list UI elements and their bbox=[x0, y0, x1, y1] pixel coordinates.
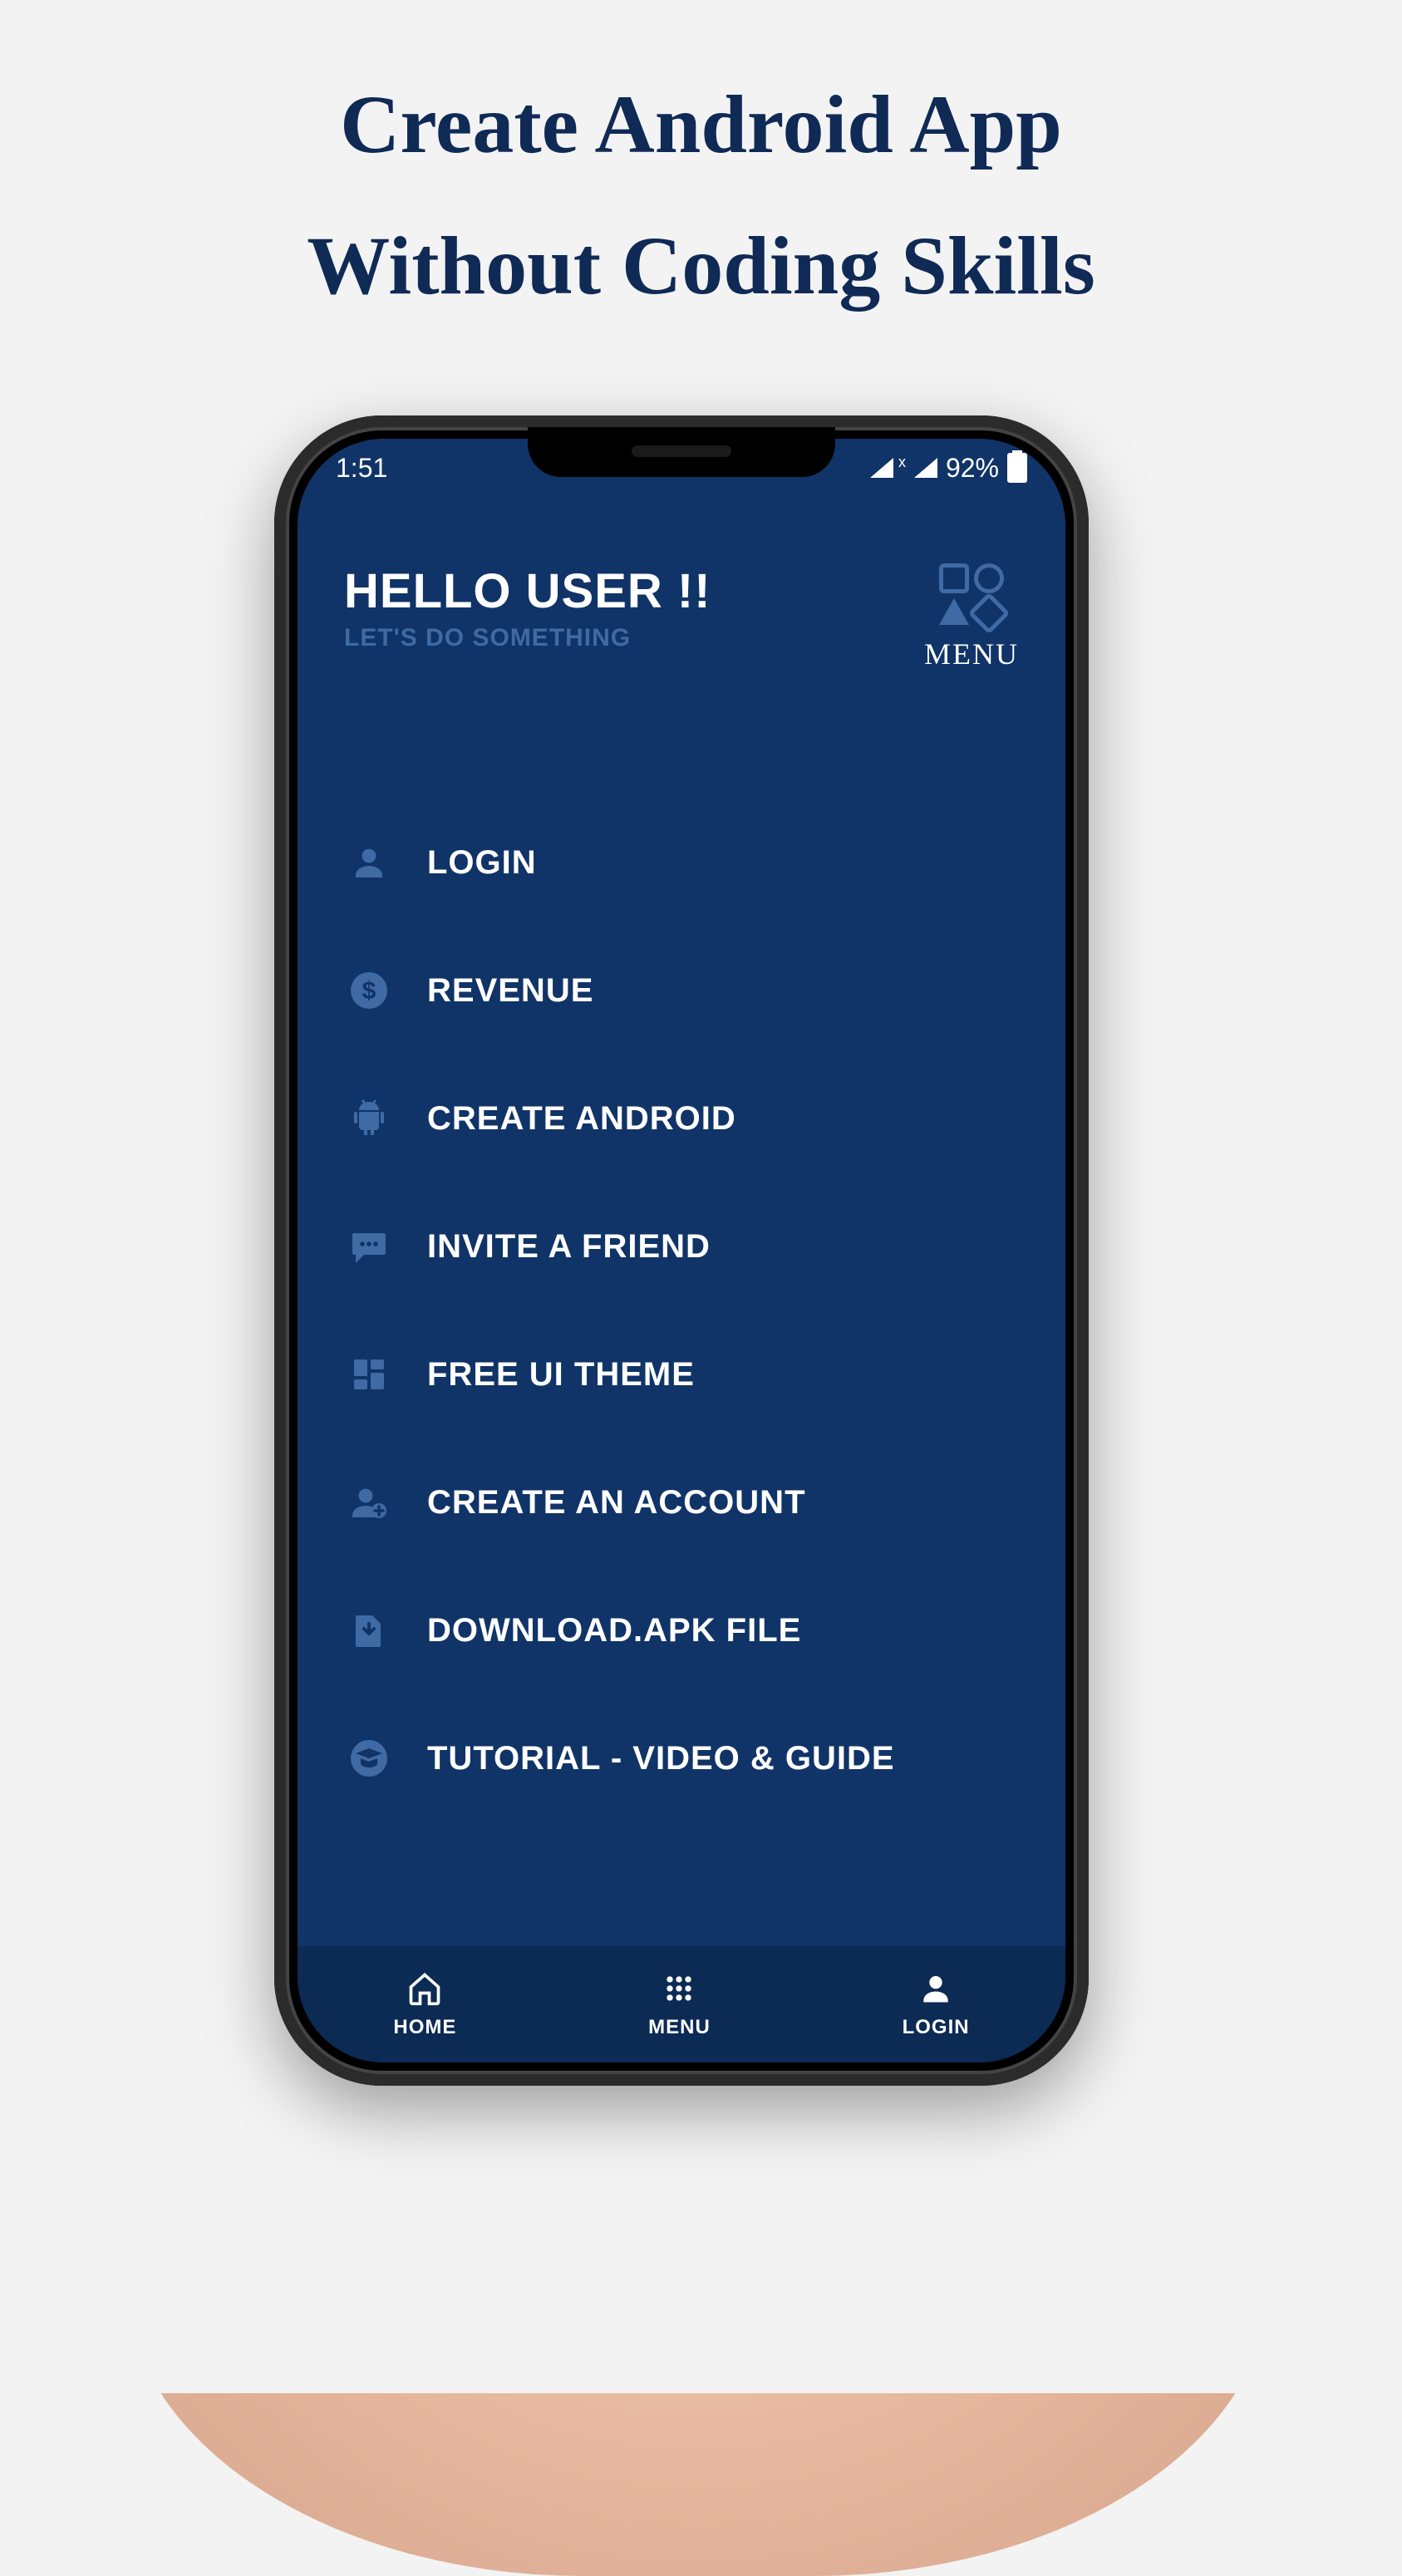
app-header: HELLO USER !! LET'S DO SOMETHING MENU bbox=[298, 563, 1065, 671]
bottom-nav: HOME MENU LOGIN bbox=[298, 1946, 1065, 2062]
status-time: 1:51 bbox=[336, 453, 387, 484]
battery-percent: 92% bbox=[946, 453, 999, 484]
nav-label: HOME bbox=[393, 2016, 456, 2039]
headline-line-2: Without Coding Skills bbox=[0, 220, 1402, 312]
signal-icon bbox=[870, 458, 893, 478]
dots-icon bbox=[661, 1970, 697, 2011]
battery-icon bbox=[1007, 453, 1027, 483]
nav-home[interactable]: HOME bbox=[393, 1970, 456, 2039]
menu-item-label: LOGIN bbox=[427, 844, 537, 882]
menu-item-revenue[interactable]: $ REVENUE bbox=[344, 966, 1019, 1015]
menu-button-label: MENU bbox=[924, 637, 1019, 671]
menu-item-tutorial[interactable]: TUTORIAL - VIDEO & GUIDE bbox=[344, 1733, 1019, 1783]
greeting-block: HELLO USER !! LET'S DO SOMETHING bbox=[344, 563, 711, 652]
add-user-icon bbox=[344, 1477, 394, 1527]
menu-item-label: REVENUE bbox=[427, 972, 593, 1010]
menu-list: LOGIN $ REVENUE CREATE ANDROID INVITE A … bbox=[344, 838, 1019, 1783]
chat-icon bbox=[344, 1222, 394, 1271]
menu-item-label: FREE UI THEME bbox=[427, 1356, 695, 1394]
phone-speaker bbox=[632, 445, 731, 457]
person-icon bbox=[344, 838, 394, 887]
menu-item-create-android[interactable]: CREATE ANDROID bbox=[344, 1094, 1019, 1143]
greeting-subtitle: LET'S DO SOMETHING bbox=[344, 624, 711, 652]
menu-button[interactable]: MENU bbox=[924, 563, 1019, 671]
home-icon bbox=[406, 1970, 443, 2011]
download-icon bbox=[344, 1605, 394, 1655]
signal-icon-2 bbox=[914, 458, 937, 478]
nav-label: MENU bbox=[648, 2016, 711, 2039]
android-icon bbox=[344, 1094, 394, 1143]
menu-item-label: INVITE A FRIEND bbox=[427, 1228, 711, 1266]
menu-item-login[interactable]: LOGIN bbox=[344, 838, 1019, 887]
dollar-icon: $ bbox=[344, 966, 394, 1015]
nav-menu[interactable]: MENU bbox=[648, 1970, 711, 2039]
menu-grid-icon bbox=[939, 563, 1004, 628]
svg-text:$: $ bbox=[362, 977, 376, 1005]
greeting-title: HELLO USER !! bbox=[344, 563, 711, 619]
nav-label: LOGIN bbox=[903, 2016, 970, 2039]
nav-login[interactable]: LOGIN bbox=[903, 1970, 970, 2039]
menu-item-ui-theme[interactable]: FREE UI THEME bbox=[344, 1349, 1019, 1399]
cap-icon bbox=[344, 1733, 394, 1783]
menu-item-label: CREATE AN ACCOUNT bbox=[427, 1484, 806, 1522]
menu-item-label: CREATE ANDROID bbox=[427, 1100, 736, 1138]
menu-item-invite[interactable]: INVITE A FRIEND bbox=[344, 1222, 1019, 1271]
signal-x-icon: x bbox=[898, 454, 906, 471]
promo-headline: Create Android App Without Coding Skills bbox=[0, 79, 1402, 312]
menu-item-label: DOWNLOAD.APK FILE bbox=[427, 1612, 801, 1649]
headline-line-1: Create Android App bbox=[0, 79, 1402, 170]
menu-item-label: TUTORIAL - VIDEO & GUIDE bbox=[427, 1740, 895, 1777]
phone-screen: 1:51 x 92% HELLO USER !! LET'S DO SOMETH… bbox=[298, 439, 1065, 2062]
menu-item-create-account[interactable]: CREATE AN ACCOUNT bbox=[344, 1477, 1019, 1527]
menu-item-download[interactable]: DOWNLOAD.APK FILE bbox=[344, 1605, 1019, 1655]
phone-frame: 1:51 x 92% HELLO USER !! LET'S DO SOMETH… bbox=[274, 415, 1089, 2086]
grid-icon bbox=[344, 1349, 394, 1399]
person-icon bbox=[917, 1970, 954, 2011]
status-right: x 92% bbox=[870, 453, 1027, 484]
